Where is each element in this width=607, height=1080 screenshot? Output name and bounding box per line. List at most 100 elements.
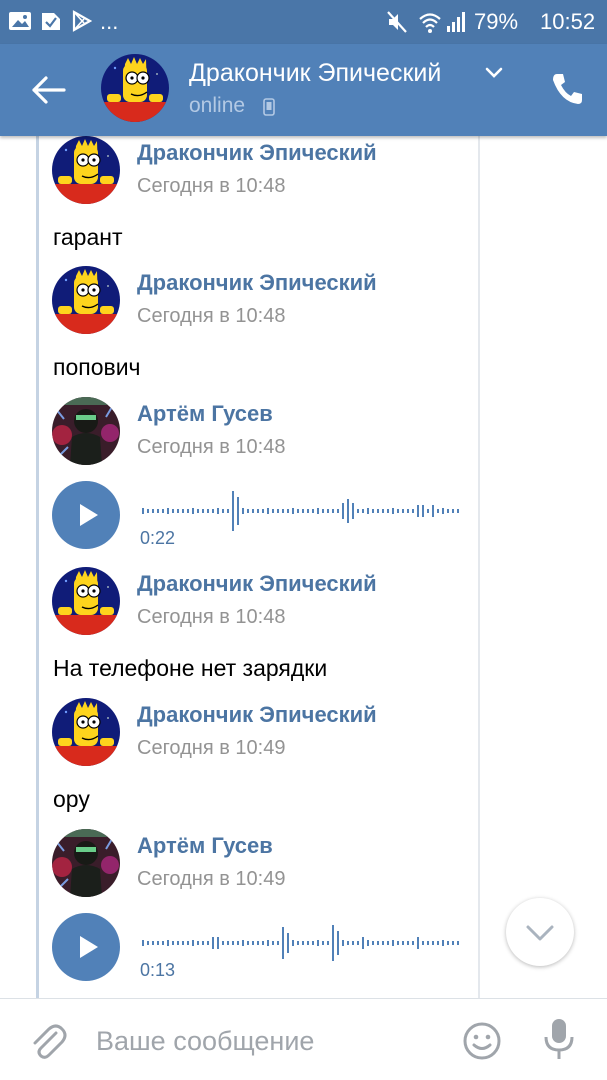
waveform-bar	[307, 941, 309, 945]
waveform-bar	[237, 497, 239, 525]
waveform-bar	[352, 503, 354, 519]
signal-icon	[447, 12, 465, 32]
waveform-bar	[427, 941, 429, 945]
voice-waveform[interactable]	[140, 491, 460, 535]
waveform-bar	[442, 508, 444, 514]
waveform-bar	[252, 509, 254, 513]
back-arrow-icon[interactable]	[28, 74, 68, 106]
waveform-bar	[282, 509, 284, 513]
waveform-bar	[317, 940, 319, 946]
waveform-bar	[217, 508, 219, 514]
waveform-bar	[347, 941, 349, 945]
message-author[interactable]: Дракончик Эпический	[137, 702, 377, 728]
voice-waveform[interactable]	[140, 923, 460, 967]
waveform-bar	[202, 941, 204, 945]
smile-icon[interactable]	[462, 1021, 502, 1061]
waveform-bar	[322, 941, 324, 945]
message-header: Дракончик Эпический Сегодня в 10:49	[52, 698, 472, 768]
waveform-bar	[417, 505, 419, 517]
sender-avatar[interactable]	[52, 397, 120, 465]
status-bar: ... 79% 10:52	[0, 0, 607, 44]
waveform-bar	[287, 933, 289, 953]
waveform-bar	[372, 941, 374, 945]
waveform-bar	[217, 937, 219, 949]
waveform-bar	[407, 941, 409, 945]
scroll-to-bottom-button[interactable]	[506, 898, 574, 966]
contact-name[interactable]: Дракончик Эпический	[189, 58, 441, 88]
waveform-bar	[327, 941, 329, 945]
waveform-bar	[312, 509, 314, 513]
waveform-bar	[152, 941, 154, 945]
waveform-bar	[412, 509, 414, 513]
waveform-bar	[157, 941, 159, 945]
message-header: Дракончик Эпический Сегодня в 10:48	[52, 567, 472, 637]
paperclip-icon[interactable]	[28, 1021, 68, 1061]
play-store-icon	[72, 10, 92, 32]
waveform-bar	[367, 940, 369, 946]
play-icon	[80, 504, 98, 526]
waveform-bar	[362, 509, 364, 513]
waveform-bar	[297, 509, 299, 513]
sender-avatar[interactable]	[52, 136, 120, 204]
waveform-bar	[272, 941, 274, 945]
sender-avatar[interactable]	[52, 266, 120, 334]
waveform-bar	[197, 509, 199, 513]
waveform-bar	[422, 941, 424, 945]
message-header: Артём Гусев Сегодня в 10:49	[52, 829, 472, 899]
waveform-bar	[192, 940, 194, 946]
waveform-bar	[437, 509, 439, 513]
waveform-bar	[452, 509, 454, 513]
message-time: Сегодня в 10:48	[137, 175, 286, 197]
waveform-bar	[287, 509, 289, 513]
microphone-icon[interactable]	[540, 1017, 578, 1061]
message-input[interactable]	[96, 1021, 446, 1061]
waveform-bar	[342, 503, 344, 519]
waveform-bar	[452, 941, 454, 945]
play-button[interactable]	[52, 913, 120, 981]
message-author[interactable]: Дракончик Эпический	[137, 270, 377, 296]
message-author[interactable]: Дракончик Эпический	[137, 571, 377, 597]
message-time: Сегодня в 10:48	[137, 305, 286, 327]
message-header: Дракончик Эпический Сегодня в 10:48	[52, 136, 472, 206]
waveform-bar	[417, 937, 419, 949]
phone-call-icon[interactable]	[551, 72, 583, 106]
waveform-bar	[442, 940, 444, 946]
waveform-bar	[412, 941, 414, 945]
chevron-down-icon[interactable]	[484, 66, 504, 80]
message-author[interactable]: Дракончик Эпический	[137, 140, 377, 166]
message-author[interactable]: Артём Гусев	[137, 833, 273, 859]
waveform-bar	[342, 940, 344, 946]
message-text: ору	[53, 786, 90, 812]
waveform-bar	[142, 940, 144, 946]
waveform-bar	[152, 509, 154, 513]
waveform-bar	[447, 509, 449, 513]
waveform-bar	[317, 508, 319, 514]
waveform-bar	[402, 509, 404, 513]
message-time: Сегодня в 10:48	[137, 436, 286, 458]
voice-message: 0:13	[52, 913, 472, 985]
contact-avatar[interactable]	[101, 54, 169, 122]
waveform-bar	[362, 937, 364, 949]
waveform-bar	[407, 509, 409, 513]
sender-avatar[interactable]	[52, 829, 120, 897]
waveform-bar	[292, 508, 294, 514]
sender-avatar[interactable]	[52, 698, 120, 766]
waveform-bar	[222, 941, 224, 945]
message-list[interactable]: Дракончик Эпический Сегодня в 10:48 гара…	[0, 136, 607, 998]
play-button[interactable]	[52, 481, 120, 549]
message-header: Артём Гусев Сегодня в 10:48	[52, 397, 472, 467]
waveform-bar	[182, 941, 184, 945]
waveform-bar	[247, 941, 249, 945]
waveform-bar	[382, 941, 384, 945]
sender-avatar[interactable]	[52, 567, 120, 635]
waveform-bar	[277, 941, 279, 945]
waveform-bar	[392, 508, 394, 514]
message-author[interactable]: Артём Гусев	[137, 401, 273, 427]
more-notifications-indicator: ...	[100, 9, 119, 34]
waveform-bar	[277, 509, 279, 513]
waveform-bar	[177, 941, 179, 945]
waveform-bar	[422, 505, 424, 517]
waveform-bar	[162, 941, 164, 945]
voice-duration: 0:13	[140, 960, 176, 980]
waveform-bar	[322, 509, 324, 513]
